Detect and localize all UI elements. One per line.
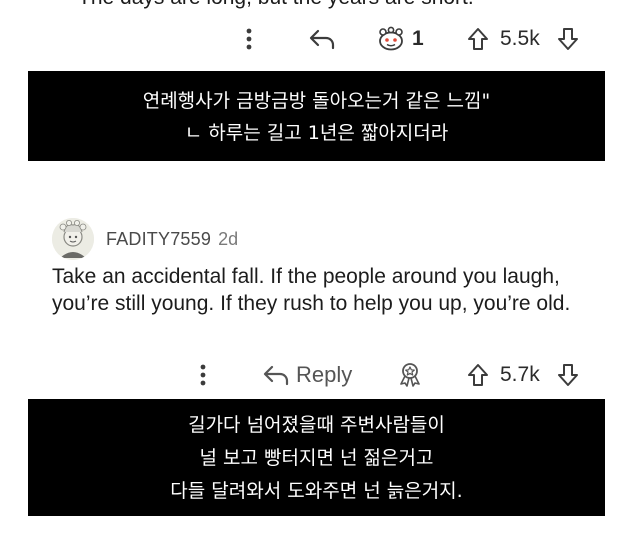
more-options-button[interactable]	[194, 358, 212, 392]
subtitle-panel: 연례행사가 금방금방 돌아오는거 같은 느낌" ㄴ 하루는 길고 1년은 짧아지…	[28, 71, 605, 161]
downvote-arrow-icon	[558, 364, 578, 386]
subtitle-line: 길가다 넘어졌을때 주변사람들이	[188, 414, 445, 436]
vertical-ellipsis-icon	[246, 28, 252, 50]
reply-arrow-icon	[263, 365, 289, 386]
upvote-arrow-icon	[468, 364, 488, 386]
more-options-button[interactable]	[240, 22, 258, 56]
vertical-ellipsis-icon	[200, 364, 206, 386]
subtitle-line: 연례행사가 금방금방 돌아오는거 같은 느낌"	[142, 90, 491, 112]
comment-header: FADITY7559 2d	[52, 214, 238, 264]
award-icon	[400, 363, 420, 387]
award-icon	[379, 26, 403, 51]
reply-label: Reply	[296, 362, 353, 387]
user-avatar-icon	[52, 218, 94, 260]
previous-comment-text: The days are long, but the years are sho…	[78, 0, 481, 10]
award-button[interactable]: 1	[376, 22, 424, 56]
avatar[interactable]	[52, 218, 94, 260]
subtitle-panel: 길가다 넘어졌을때 주변사람들이 널 보고 빵터지면 넌 젊은거고 다들 달려와…	[28, 399, 605, 516]
subtitle-line: ㄴ 하루는 길고 1년은 짧아지더라	[184, 122, 449, 144]
reply-button[interactable]: Reply	[262, 358, 352, 392]
vote-count: 5.5k	[500, 27, 540, 50]
upvote-button[interactable]	[466, 358, 490, 392]
downvote-button[interactable]	[556, 358, 580, 392]
comment-username[interactable]: FADITY7559	[106, 229, 211, 250]
upvote-button[interactable]	[466, 22, 490, 56]
comment-timestamp: 2d	[218, 228, 239, 249]
share-button[interactable]	[308, 22, 336, 56]
comment-body: Take an accidental fall. If the people a…	[52, 265, 571, 315]
vote-count: 5.7k	[500, 363, 540, 386]
subtitle-line: 다들 달려와서 도와주면 넌 늙은거지.	[170, 480, 463, 502]
comment-action-bar: Reply 5.7k	[0, 358, 640, 392]
share-arrow-icon	[309, 29, 335, 50]
downvote-arrow-icon	[558, 28, 578, 50]
award-button[interactable]	[396, 358, 424, 392]
post-action-bar: 1 5.5k	[0, 22, 640, 56]
downvote-button[interactable]	[556, 22, 580, 56]
subtitle-line: 널 보고 빵터지면 넌 젊은거고	[199, 447, 434, 469]
award-count: 1	[412, 27, 424, 50]
upvote-arrow-icon	[468, 28, 488, 50]
